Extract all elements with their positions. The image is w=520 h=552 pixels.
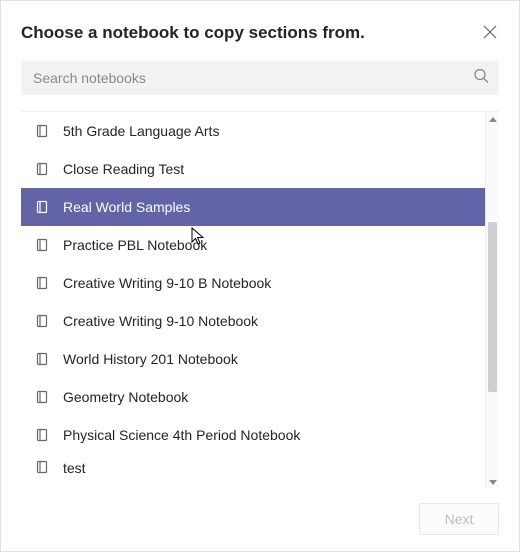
notebook-list[interactable]: 5th Grade Language Arts Close Reading Te…: [21, 112, 485, 489]
search-wrap: [21, 61, 499, 95]
notebook-item[interactable]: World History 201 Notebook: [21, 340, 485, 378]
notebook-icon: [35, 314, 49, 328]
notebook-label: 5th Grade Language Arts: [63, 123, 219, 139]
notebook-picker-dialog: Choose a notebook to copy sections from.…: [0, 0, 520, 552]
notebook-list-container: 5th Grade Language Arts Close Reading Te…: [21, 111, 499, 489]
notebook-icon: [35, 238, 49, 252]
scrollbar[interactable]: [485, 112, 499, 489]
scroll-down-arrow[interactable]: [486, 475, 499, 489]
notebook-icon: [35, 460, 49, 474]
dialog-title: Choose a notebook to copy sections from.: [21, 23, 365, 43]
search-input[interactable]: [21, 61, 499, 95]
notebook-label: World History 201 Notebook: [63, 351, 238, 367]
close-icon: [483, 25, 497, 39]
notebook-item[interactable]: Close Reading Test: [21, 150, 485, 188]
notebook-icon: [35, 352, 49, 366]
notebook-label: Creative Writing 9-10 Notebook: [63, 313, 258, 329]
notebook-icon: [35, 124, 49, 138]
notebook-label: Creative Writing 9-10 B Notebook: [63, 275, 271, 291]
dialog-header: Choose a notebook to copy sections from.: [21, 23, 499, 43]
notebook-label: Real World Samples: [63, 199, 190, 215]
notebook-label: test: [63, 460, 86, 476]
notebook-item[interactable]: 5th Grade Language Arts: [21, 112, 485, 150]
scroll-thumb[interactable]: [488, 222, 497, 392]
notebook-label: Physical Science 4th Period Notebook: [63, 427, 300, 443]
notebook-icon: [35, 428, 49, 442]
notebook-icon: [35, 390, 49, 404]
notebook-item[interactable]: Geometry Notebook: [21, 378, 485, 416]
notebook-icon: [35, 162, 49, 176]
notebook-item[interactable]: Physical Science 4th Period Notebook: [21, 416, 485, 454]
notebook-label: Close Reading Test: [63, 161, 184, 177]
dialog-footer: Next: [21, 489, 499, 535]
notebook-label: Practice PBL Notebook: [63, 237, 207, 253]
notebook-item[interactable]: Creative Writing 9-10 Notebook: [21, 302, 485, 340]
notebook-icon: [35, 276, 49, 290]
notebook-item-selected[interactable]: Real World Samples: [21, 188, 485, 226]
close-button[interactable]: [481, 23, 499, 41]
next-button[interactable]: Next: [419, 503, 499, 535]
search-icon: [473, 68, 489, 89]
scroll-up-arrow[interactable]: [486, 112, 499, 126]
notebook-item[interactable]: Creative Writing 9-10 B Notebook: [21, 264, 485, 302]
notebook-item[interactable]: test: [21, 454, 485, 478]
notebook-icon: [35, 200, 49, 214]
notebook-label: Geometry Notebook: [63, 389, 188, 405]
notebook-item[interactable]: Practice PBL Notebook: [21, 226, 485, 264]
